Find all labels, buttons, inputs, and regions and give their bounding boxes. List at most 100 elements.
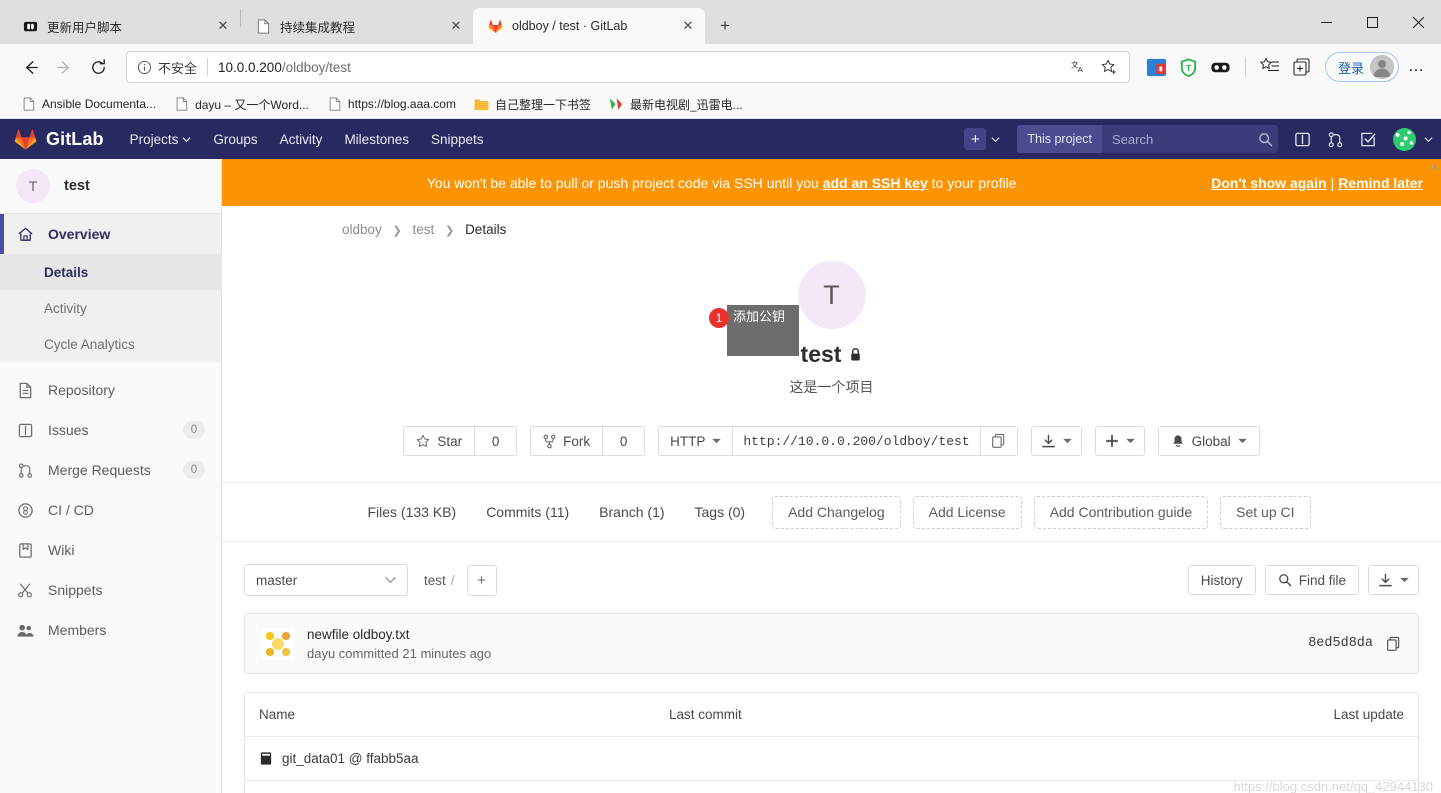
extension-adblock-icon[interactable]: T xyxy=(1174,52,1204,82)
search-icon[interactable] xyxy=(1252,125,1278,153)
stat-commits[interactable]: Commits (11) xyxy=(471,504,584,520)
remind-later-link[interactable]: Remind later xyxy=(1338,175,1423,191)
more-options-icon[interactable]: … xyxy=(1401,52,1431,82)
sidebar-item-members[interactable]: Members xyxy=(0,610,221,650)
sidebar-project-header[interactable]: T test xyxy=(0,159,221,214)
bookmark-item[interactable]: https://blog.aaa.com xyxy=(320,94,463,115)
bookmark-item[interactable]: dayu – 又一个Word... xyxy=(167,93,316,116)
bookmark-folder[interactable]: 自己整理一下书签 xyxy=(467,93,598,116)
search-scope-label[interactable]: This project xyxy=(1017,125,1102,153)
download-dropdown-button[interactable] xyxy=(1030,426,1082,456)
caret-down-icon xyxy=(1062,438,1072,444)
bookmark-item[interactable]: Ansible Documenta... xyxy=(14,94,163,115)
tab-title: oldboy / test · GitLab xyxy=(512,19,628,33)
alert-text-after: to your profile xyxy=(927,174,1017,191)
sidebar-item-merge-requests[interactable]: Merge Requests 0 xyxy=(0,450,221,490)
sidebar-item-issues[interactable]: Issues 0 xyxy=(0,410,221,450)
download-source-button[interactable] xyxy=(1368,565,1419,595)
stat-files[interactable]: Files (133 KB) xyxy=(352,504,471,520)
bookmark-item[interactable]: 最新电视剧_迅雷电... xyxy=(602,93,750,116)
merge-requests-icon[interactable] xyxy=(1320,124,1350,154)
history-button[interactable]: History xyxy=(1187,565,1256,595)
sidebar-item-overview[interactable]: Overview xyxy=(0,214,221,254)
commit-message[interactable]: newfile oldboy.txt xyxy=(307,627,491,642)
star-icon[interactable] xyxy=(1097,54,1123,80)
maximize-button[interactable] xyxy=(1349,6,1395,38)
scrollbar-up-arrow[interactable]: ▲ xyxy=(1430,161,1439,171)
tab-close-icon[interactable]: ✕ xyxy=(447,17,465,35)
extension-tampermonkey-icon[interactable] xyxy=(1206,52,1236,82)
commit-sha-label[interactable]: 8ed5d8da xyxy=(1308,636,1373,651)
reload-icon[interactable] xyxy=(82,51,114,83)
fork-count[interactable]: 0 xyxy=(602,426,646,456)
stat-tags[interactable]: Tags (0) xyxy=(680,504,761,520)
info-icon[interactable] xyxy=(137,60,152,75)
sidebar-item-label: Issues xyxy=(48,422,89,438)
sidebar-item-snippets[interactable]: Snippets xyxy=(0,570,221,610)
table-row[interactable]: git_data01 @ ffabb5aa xyxy=(245,737,1418,781)
add-ssh-key-link[interactable]: add an SSH key xyxy=(823,175,928,191)
sidebar-subitem-details[interactable]: Details xyxy=(0,254,221,290)
nav-link-milestones[interactable]: Milestones xyxy=(344,132,409,147)
clone-protocol-dropdown[interactable]: HTTP xyxy=(659,427,734,455)
add-to-repo-button[interactable]: + xyxy=(466,564,497,596)
minimize-button[interactable] xyxy=(1303,6,1349,38)
gitlab-logo[interactable]: GitLab xyxy=(14,128,104,151)
nav-link-projects[interactable]: Projects xyxy=(130,132,192,147)
add-collection-icon[interactable] xyxy=(1287,52,1317,82)
find-file-button[interactable]: Find file xyxy=(1264,565,1359,595)
tab-close-icon[interactable]: ✕ xyxy=(214,17,232,35)
copy-url-button[interactable] xyxy=(979,427,1017,455)
add-contribution-guide-button[interactable]: Add Contribution guide xyxy=(1033,495,1209,529)
signin-button[interactable]: 登录 xyxy=(1324,52,1399,82)
new-tab-button[interactable]: + xyxy=(711,12,739,40)
back-arrow-icon[interactable] xyxy=(14,51,46,83)
dont-show-again-link[interactable]: Don't show again xyxy=(1211,175,1326,191)
issues-icon[interactable] xyxy=(1287,124,1317,154)
search-box[interactable]: This project Search xyxy=(1017,125,1278,153)
repo-path-root[interactable]: test xyxy=(424,573,446,588)
file-name-cell[interactable]: git_data01 @ ffabb5aa xyxy=(259,751,669,766)
sidebar-item-wiki[interactable]: Wiki xyxy=(0,530,221,570)
branch-selector[interactable]: master xyxy=(244,564,408,596)
sidebar-item-repository[interactable]: Repository xyxy=(0,370,221,410)
chevron-down-icon[interactable] xyxy=(1424,135,1433,144)
nav-link-snippets[interactable]: Snippets xyxy=(431,132,484,147)
translate-icon[interactable]: 文A xyxy=(1067,54,1093,80)
new-dropdown[interactable]: + xyxy=(956,128,1008,150)
star-count[interactable]: 0 xyxy=(474,426,518,456)
gitlab-logo-icon xyxy=(14,128,37,151)
set-up-ci-button[interactable]: Set up CI xyxy=(1220,495,1311,529)
fork-button[interactable]: Fork xyxy=(530,426,603,456)
address-bar[interactable]: 不安全 10.0.0.200/oldboy/test 文A xyxy=(126,51,1130,83)
nav-link-groups[interactable]: Groups xyxy=(213,132,257,147)
browser-tab-2[interactable]: 持续集成教程 ✕ xyxy=(241,8,473,44)
project-avatar-large: T xyxy=(797,261,866,329)
sidebar-item-ci-cd[interactable]: CI / CD xyxy=(0,490,221,530)
branch-name-label: master xyxy=(256,572,298,588)
extension-lastpass-icon[interactable] xyxy=(1142,52,1172,82)
search-input[interactable]: Search xyxy=(1102,125,1252,153)
forward-arrow-icon[interactable] xyxy=(48,51,80,83)
notification-dropdown-button[interactable]: Global xyxy=(1157,426,1260,456)
tab-close-icon[interactable]: ✕ xyxy=(679,17,697,35)
add-dropdown-button[interactable] xyxy=(1094,426,1145,456)
breadcrumb-project[interactable]: test xyxy=(413,222,435,237)
star-button[interactable]: Star xyxy=(403,426,475,456)
sidebar-subitem-activity[interactable]: Activity xyxy=(0,290,221,326)
todos-icon[interactable] xyxy=(1353,124,1383,154)
add-license-button[interactable]: Add License xyxy=(912,495,1022,529)
collections-icon[interactable] xyxy=(1255,52,1285,82)
copy-icon[interactable] xyxy=(1386,636,1401,652)
browser-tab-3-active[interactable]: oldboy / test · GitLab ✕ xyxy=(473,8,705,44)
nav-link-activity[interactable]: Activity xyxy=(280,132,323,147)
browser-tab-1[interactable]: 更新用户脚本 ✕ xyxy=(8,8,240,44)
close-button[interactable] xyxy=(1395,6,1441,38)
stat-branches[interactable]: Branch (1) xyxy=(584,504,679,520)
breadcrumb-group[interactable]: oldboy xyxy=(342,222,382,237)
add-changelog-button[interactable]: Add Changelog xyxy=(772,495,901,529)
sidebar-subitem-cycle-analytics[interactable]: Cycle Analytics xyxy=(0,326,221,362)
user-avatar[interactable] xyxy=(1393,127,1416,151)
clone-url-input[interactable]: http://10.0.0.200/oldboy/test xyxy=(733,427,979,455)
table-row[interactable]: 1.txt modified a>test 3 days ago xyxy=(245,781,1418,793)
